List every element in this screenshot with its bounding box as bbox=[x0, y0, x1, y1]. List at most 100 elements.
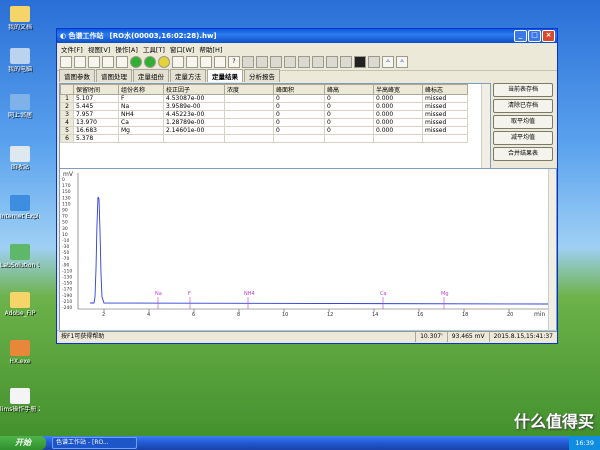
run-icon[interactable] bbox=[144, 56, 156, 68]
merge-results-button[interactable]: 合并结果表 bbox=[493, 147, 553, 161]
split-icon[interactable] bbox=[326, 56, 338, 68]
desktop-icon-my-computer[interactable]: 我的电脑 bbox=[0, 48, 40, 73]
table-cell[interactable]: 5.445 bbox=[73, 102, 119, 111]
table-cell[interactable]: NH4 bbox=[118, 110, 164, 119]
menu-operate[interactable]: 操作[A] bbox=[115, 44, 138, 54]
baseline-icon[interactable] bbox=[270, 56, 282, 68]
table-cell[interactable]: 0.000 bbox=[373, 94, 423, 103]
save-current-table-button[interactable]: 当前表存档 bbox=[493, 83, 553, 97]
table-cell[interactable]: 0 bbox=[273, 102, 325, 111]
column-header[interactable]: 浓度 bbox=[224, 84, 274, 95]
report-icon[interactable] bbox=[186, 56, 198, 68]
column-header[interactable]: 峰面积 bbox=[273, 84, 325, 95]
menu-window[interactable]: 窗口[W] bbox=[170, 44, 195, 54]
table-cell[interactable]: Na bbox=[118, 102, 164, 111]
table-row[interactable]: 2 5.445 Na 3.9589e-00 0 0 0.000 missed bbox=[60, 102, 468, 111]
chart-scrollbar[interactable] bbox=[548, 169, 556, 331]
table-cell[interactable]: 3.9589e-00 bbox=[163, 102, 225, 111]
table-cell[interactable]: missed bbox=[422, 94, 468, 103]
table-cell[interactable]: 0 bbox=[324, 110, 374, 119]
table-row[interactable]: 3 7.957 NH4 4.45223e-00 0 0 0.000 missed bbox=[60, 110, 468, 119]
clock[interactable]: 16:39 bbox=[575, 439, 594, 447]
table-cell[interactable]: 0.000 bbox=[373, 126, 423, 135]
desktop-icon-network[interactable]: 网上邻居 bbox=[0, 94, 40, 119]
minimize-button[interactable]: _ bbox=[514, 30, 527, 42]
table-cell[interactable] bbox=[224, 102, 274, 111]
table-cell[interactable] bbox=[273, 134, 325, 143]
table-cell[interactable]: 0 bbox=[324, 94, 374, 103]
pause-icon[interactable] bbox=[158, 56, 170, 68]
table-cell[interactable]: 4.45223e-00 bbox=[163, 110, 225, 119]
desktop-icon-my-documents[interactable]: 我的文档 bbox=[0, 6, 40, 31]
person-alt-icon[interactable]: ㅅ bbox=[396, 56, 408, 68]
table-row[interactable]: 4 13.970 Ca 1.28789e-00 0 0 0.000 missed bbox=[60, 118, 468, 127]
black-tool-icon[interactable] bbox=[354, 56, 366, 68]
take-average-button[interactable]: 取平均值 bbox=[493, 115, 553, 129]
tab-chromatogram-processing[interactable]: 谱图处理 bbox=[96, 69, 132, 82]
table-cell[interactable] bbox=[224, 94, 274, 103]
table-cell[interactable]: missed bbox=[422, 102, 468, 111]
start-button[interactable]: 开始 bbox=[0, 436, 46, 450]
table-cell[interactable]: 1.28789e-00 bbox=[163, 118, 225, 127]
menu-file[interactable]: 文件[F] bbox=[61, 44, 83, 54]
table-cell[interactable] bbox=[163, 134, 225, 143]
table-cell[interactable] bbox=[422, 134, 468, 143]
new-file-icon[interactable] bbox=[60, 56, 72, 68]
menu-tools[interactable]: 工具[T] bbox=[143, 44, 165, 54]
mark-icon[interactable] bbox=[340, 56, 352, 68]
table-cell[interactable]: 0.000 bbox=[373, 102, 423, 111]
chromatogram-chart[interactable]: mV 0 170 150 130 110 90 70 50 30 10 -10 -30 -50 -70 -9… bbox=[59, 168, 557, 332]
integrate-icon[interactable] bbox=[298, 56, 310, 68]
help-icon[interactable]: ? bbox=[228, 56, 240, 68]
table-cell[interactable]: missed bbox=[422, 118, 468, 127]
person-icon[interactable]: ㅅ bbox=[382, 56, 394, 68]
tab-quant-method[interactable]: 定量方法 bbox=[170, 69, 206, 82]
subtract-average-button[interactable]: 减平均值 bbox=[493, 131, 553, 145]
table-cell[interactable]: Ca bbox=[118, 118, 164, 127]
column-header[interactable]: 保留时间 bbox=[73, 84, 119, 95]
table-cell[interactable]: 2.14601e-00 bbox=[163, 126, 225, 135]
menu-help[interactable]: 帮助[H] bbox=[199, 44, 222, 54]
table-cell[interactable]: 5.107 bbox=[73, 94, 119, 103]
table-cell[interactable] bbox=[118, 134, 164, 143]
column-header[interactable]: 半高峰宽 bbox=[373, 84, 423, 95]
open-folder-icon[interactable] bbox=[74, 56, 86, 68]
desktop-icon-recycle-bin[interactable]: 回收站 bbox=[0, 146, 40, 171]
print-icon[interactable] bbox=[172, 56, 184, 68]
table-cell[interactable]: 0 bbox=[273, 94, 325, 103]
table-cell[interactable]: 13.970 bbox=[73, 118, 119, 127]
zoom-in-icon[interactable] bbox=[242, 56, 254, 68]
cursor-icon[interactable] bbox=[312, 56, 324, 68]
table-cell[interactable] bbox=[324, 134, 374, 143]
table-cell[interactable]: F bbox=[118, 94, 164, 103]
table-cell[interactable] bbox=[373, 134, 423, 143]
table-cell[interactable]: 0 bbox=[273, 118, 325, 127]
table-cell[interactable]: 4.53087e-00 bbox=[163, 94, 225, 103]
table-cell[interactable]: 0 bbox=[324, 118, 374, 127]
start-run-icon[interactable] bbox=[130, 56, 142, 68]
table-row[interactable]: 6 5.378 bbox=[60, 134, 468, 143]
close-button[interactable]: × bbox=[542, 30, 555, 42]
menu-view[interactable]: 视图[V] bbox=[88, 44, 111, 54]
tab-quant-components[interactable]: 定量组份 bbox=[133, 69, 169, 82]
table-cell[interactable]: missed bbox=[422, 110, 468, 119]
column-header[interactable]: 峰高 bbox=[324, 84, 374, 95]
desktop-icon-ie[interactable]: Internet Explorer bbox=[0, 195, 40, 220]
tab-chromatogram-params[interactable]: 谱图参数 bbox=[59, 69, 95, 82]
desktop-icon-hx[interactable]: HX.exe bbox=[0, 340, 40, 365]
layout-icon[interactable] bbox=[214, 56, 226, 68]
overlay-icon[interactable] bbox=[368, 56, 380, 68]
table-cell[interactable]: missed bbox=[422, 126, 468, 135]
title-bar[interactable]: ◐ 色谱工作站 [RO水(00003,16:02:28).hw] _ □ × bbox=[57, 29, 557, 43]
table-cell[interactable]: 16.683 bbox=[73, 126, 119, 135]
chart-icon[interactable] bbox=[116, 56, 128, 68]
table-cell[interactable] bbox=[224, 118, 274, 127]
clear-archive-button[interactable]: 清除已存档 bbox=[493, 99, 553, 113]
column-header[interactable]: 峰标志 bbox=[422, 84, 468, 95]
table-row[interactable]: 1 5.107 F 4.53087e-00 0 0 0.000 missed bbox=[60, 94, 468, 103]
column-header[interactable]: 组份名称 bbox=[118, 84, 164, 95]
table-cell[interactable] bbox=[224, 134, 274, 143]
table-cell[interactable]: 0 bbox=[273, 110, 325, 119]
table-cell[interactable]: 0.000 bbox=[373, 110, 423, 119]
table-row[interactable]: 5 16.683 Mg 2.14601e-00 0 0 0.000 missed bbox=[60, 126, 468, 135]
